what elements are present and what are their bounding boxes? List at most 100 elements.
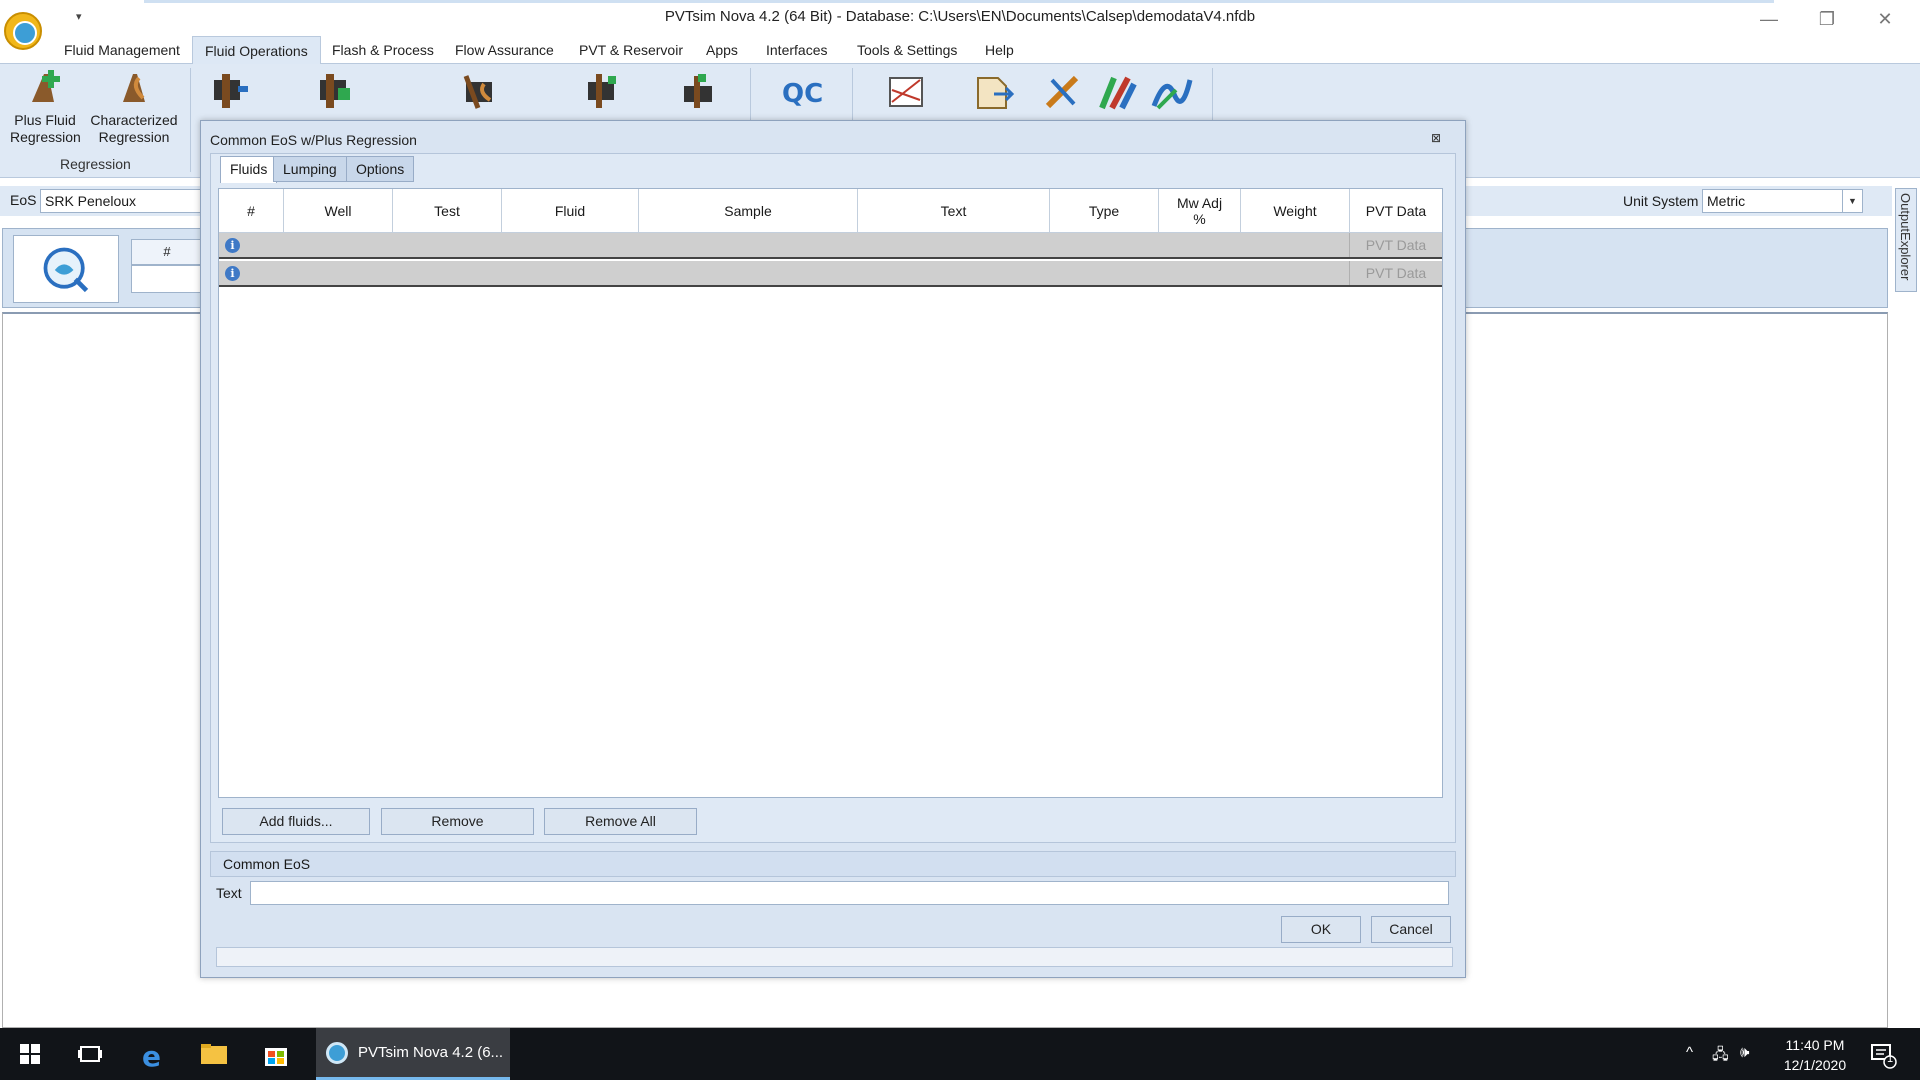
output-explorer-label: OutputExplorer [1898,193,1913,281]
column-header-text[interactable]: Text [858,189,1050,233]
clock-date: 12/1/2020 [1783,1057,1847,1073]
progress-bar [216,947,1453,967]
minimize-button[interactable]: — [1746,4,1792,34]
common-eos-section: Common EoS [210,851,1456,877]
output-explorer-tab[interactable]: OutputExplorer [1895,188,1917,292]
remove-all-button[interactable]: Remove All [544,808,697,835]
table-row[interactable]: i PVT Data [219,261,1442,287]
curve-tools-icon[interactable] [1148,70,1194,116]
unit-system-select[interactable]: Metric ▼ [1702,189,1863,213]
notification-count: 1 [1887,1053,1894,1065]
close-button[interactable]: ✕ [1862,4,1908,34]
tab-fluids[interactable]: Fluids [220,156,278,183]
restore-button[interactable]: ❐ [1804,4,1850,34]
tab-pvt-reservoir[interactable]: PVT & Reservoir [567,36,695,64]
cancel-button[interactable]: Cancel [1371,916,1451,943]
characterize-icon[interactable] [456,70,502,116]
store-icon[interactable] [260,1038,292,1070]
ribbon-tab-bar: Fluid Management Fluid Operations Flash … [0,36,1920,65]
notifications-icon[interactable] [1866,1038,1898,1070]
ok-button[interactable]: OK [1281,916,1361,943]
taskbar-app-pvtsim[interactable]: PVTsim Nova 4.2 (6... [316,1028,510,1080]
taskbar: e PVTsim Nova 4.2 (6... ^ 🖧 🕪 11:40 PM 1… [0,1028,1920,1080]
tab-fluid-operations[interactable]: Fluid Operations [192,36,321,65]
info-icon[interactable]: i [225,266,240,281]
qc-icon[interactable]: QC [778,70,824,116]
pvt-data-button[interactable]: PVT Data [1349,261,1442,285]
app-logo-icon[interactable] [4,12,42,50]
tools-icon[interactable] [1040,70,1086,116]
add-fluids-button[interactable]: Add fluids... [222,808,370,835]
column-header-mw-adj[interactable]: Mw Adj % [1159,189,1241,233]
window-title: PVTsim Nova 4.2 (64 Bit) - Database: C:\… [664,8,1256,25]
common-eos-dialog: Common EoS w/Plus Regression ⊠ Fluids Lu… [200,120,1466,978]
tab-interfaces[interactable]: Interfaces [754,36,839,64]
windows-start-icon[interactable] [14,1038,46,1070]
tab-tools-settings[interactable]: Tools & Settings [845,36,969,64]
column-header-weight[interactable]: Weight [1241,189,1350,233]
mix-icon[interactable] [578,70,624,116]
characterized-regression-label: Characterized Regression [90,112,178,145]
run-button[interactable] [13,235,119,303]
tab-flash-process[interactable]: Flash & Process [320,36,446,64]
column-header-fluid[interactable]: Fluid [502,189,639,233]
chevron-down-icon[interactable]: ▼ [1842,190,1862,212]
eos-field[interactable]: SRK Peneloux [40,189,210,213]
dialog-close-button[interactable]: ⊠ [1431,131,1441,145]
delumping-icon[interactable] [312,70,358,116]
text-input[interactable] [250,881,1449,905]
plus-fluid-regression-icon [32,70,60,102]
export-icon[interactable] [972,70,1018,116]
pvt-data-button[interactable]: PVT Data [1349,233,1442,257]
network-icon[interactable]: 🖧 [1712,1044,1729,1069]
column-header-type[interactable]: Type [1050,189,1159,233]
characterized-regression-icon [123,74,145,102]
edge-browser-icon[interactable]: e [138,1038,170,1070]
unit-system-label: Unit System [1623,193,1699,209]
unit-system-value: Metric [1707,193,1746,209]
svg-text:e: e [142,1040,161,1070]
tab-fluid-management[interactable]: Fluid Management [52,36,192,64]
volume-icon[interactable]: 🕪 [1740,1044,1749,1061]
tray-overflow-icon[interactable]: ^ [1686,1044,1693,1061]
tab-lumping[interactable]: Lumping [273,156,347,182]
taskbar-app-label: PVTsim Nova 4.2 (6... [358,1044,504,1061]
dialog-content: Fluids Lumping Options # Well Test Fluid… [210,153,1456,843]
title-accent-line [144,0,1774,3]
fluids-grid: # Well Test Fluid Sample Text Type Mw Ad… [218,188,1443,798]
dialog-title: Common EoS w/Plus Regression [210,132,417,148]
tab-options[interactable]: Options [346,156,415,182]
svg-text:QC: QC [782,79,823,109]
text-label: Text [216,885,242,901]
task-view-icon[interactable] [74,1038,106,1070]
main-grid-cell[interactable] [131,265,203,293]
recombine-icon[interactable] [676,70,722,116]
common-eos-label: Common EoS [223,856,311,872]
info-icon[interactable]: i [225,238,240,253]
run-calculation-icon [43,247,89,293]
ribbon-separator [190,68,191,172]
table-row[interactable]: i PVT Data [219,233,1442,259]
file-explorer-icon[interactable] [198,1038,230,1070]
plot-icon[interactable] [884,70,930,116]
tab-flow-assurance[interactable]: Flow Assurance [443,36,566,64]
column-header-pvt-data[interactable]: PVT Data [1350,189,1442,233]
plus-fluid-regression-button[interactable]: Plus Fluid Regression [10,68,81,146]
eos-label: EoS [10,192,37,208]
main-grid-header-number: # [131,239,203,265]
column-header-well[interactable]: Well [284,189,393,233]
column-header-test[interactable]: Test [393,189,502,233]
lumping-icon[interactable] [208,70,254,116]
column-header-sample[interactable]: Sample [639,189,858,233]
pvtsim-app-icon [326,1042,348,1064]
column-header-number[interactable]: # [219,189,284,233]
tab-help[interactable]: Help [973,36,1026,64]
plus-fluid-regression-label: Plus Fluid Regression [10,112,81,145]
regression-group-label: Regression [60,156,131,172]
tab-apps[interactable]: Apps [694,36,750,64]
remove-button[interactable]: Remove [381,808,534,835]
chart-tools-icon[interactable] [1094,70,1140,116]
characterized-regression-button[interactable]: Characterized Regression [88,68,180,146]
fluids-grid-header: # Well Test Fluid Sample Text Type Mw Ad… [219,189,1442,233]
taskbar-clock[interactable]: 11:40 PM 12/1/2020 [1760,1035,1870,1075]
